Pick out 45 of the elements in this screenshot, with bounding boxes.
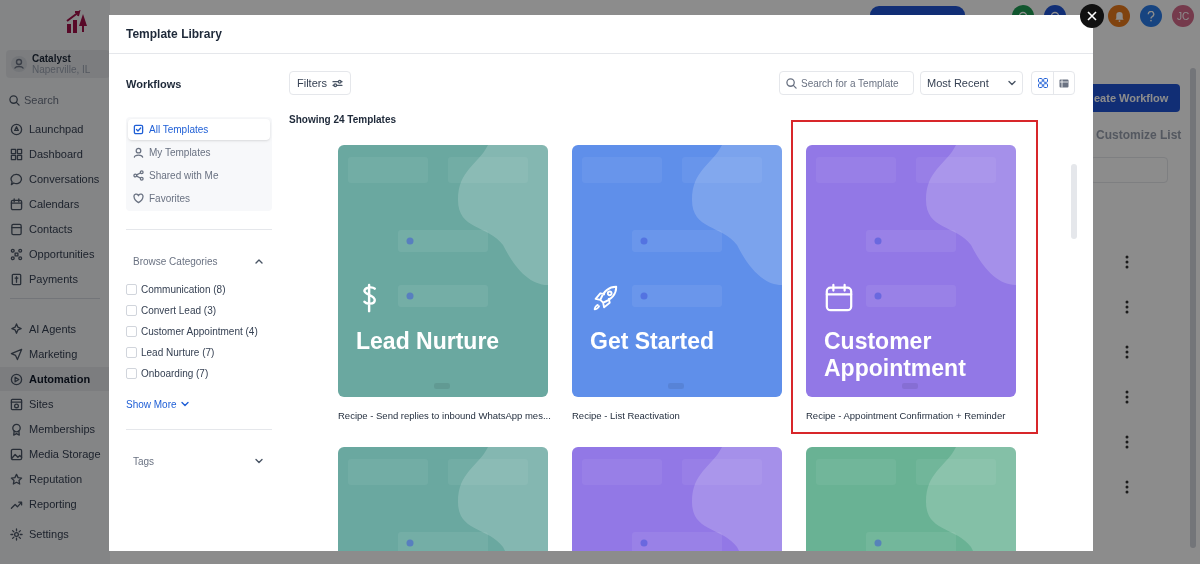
template-name[interactable]: Recipe - Send replies to inbound WhatsApp mes... [338,409,548,424]
category-label: Lead Nurture (7) [141,346,215,360]
search-input[interactable]: Search [24,91,94,109]
filters-button[interactable]: Filters [289,71,351,95]
nav-item[interactable]: AI Agents [0,322,110,336]
category-label: Convert Lead (3) [141,304,217,318]
nav-item[interactable]: Dashboard [0,147,110,161]
nav-item[interactable]: Memberships [0,422,110,436]
template-name[interactable]: Recipe - List Reactivation [572,409,782,424]
view-tab[interactable]: All Templates [128,118,270,140]
nav-item[interactable]: Automation [0,367,110,391]
nav-item[interactable]: Contacts [0,222,110,236]
account-name: Catalyst [32,53,71,64]
sort-dropdown[interactable]: Most Recent [920,71,1023,95]
nav-item[interactable]: Reputation [0,472,110,486]
nav-item[interactable]: Marketing [0,347,110,361]
nav-item[interactable]: Calendars [0,197,110,211]
template-name[interactable]: Recipe - Appointment Confirmation + Reminder [806,409,1016,424]
nav-item[interactable]: Settings [0,527,110,541]
nav-item[interactable]: Reporting [0,497,110,511]
card-title: Get Started [590,328,715,355]
section-heading: Workflows [126,77,183,92]
template-search-field[interactable]: Search for a Template [779,71,914,95]
nav-item[interactable]: Media Storage [0,447,110,461]
user-avatar[interactable]: JC [1172,5,1194,27]
card-title: Lead Nurture [356,328,501,355]
view-tab[interactable]: My Templates [128,141,270,163]
tags-toggle[interactable]: Tags [126,453,272,469]
nav-item[interactable]: Sites [0,397,110,411]
search-field[interactable]: Search [6,88,110,112]
card-title: Customer Appointment [824,328,967,382]
category-label: Customer Appointment (4) [141,325,258,339]
show-more-link[interactable]: Show More [126,396,189,412]
search-input[interactable]: Search for a Template [801,75,907,91]
category-label: Communication (8) [141,283,226,297]
nav-item[interactable]: Launchpad [0,122,110,136]
dialog-title: Template Library [126,26,222,43]
category-label: Onboarding (7) [141,367,209,381]
category-toggle[interactable]: Browse Categories [126,253,272,269]
nav-item[interactable]: Payments [0,272,110,286]
view-tab[interactable]: Favorites [128,187,270,209]
nav-item[interactable]: Conversations [0,172,110,186]
view-tab[interactable]: Shared with Me [128,164,270,186]
template-count: Showing 24 Templates [289,113,398,127]
nav-item[interactable]: Opportunities [0,247,110,261]
